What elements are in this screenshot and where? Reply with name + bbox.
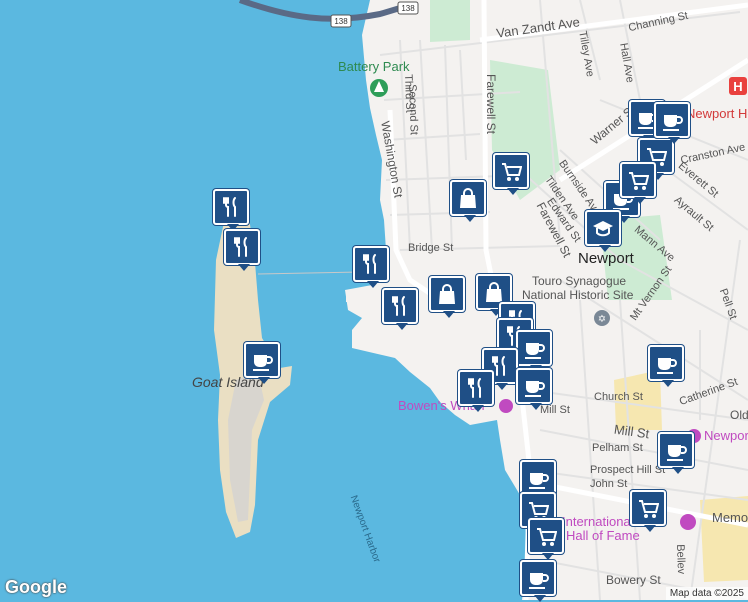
label-church: Church St	[594, 391, 643, 403]
label-hospital: Newport Hospital	[686, 106, 748, 121]
label-farewell-1: Farewell St	[484, 74, 498, 135]
cafe-icon	[529, 573, 549, 589]
shopping-bag-icon	[460, 188, 476, 208]
restaurant-marker[interactable]	[458, 370, 494, 412]
cafe-icon	[529, 473, 549, 489]
label-newport-right: Newport	[704, 428, 748, 443]
shopping-cart-icon	[502, 163, 522, 181]
label-memorial: Memo	[712, 510, 748, 525]
label-international-1: International	[562, 514, 634, 529]
restaurant-marker[interactable]	[224, 229, 260, 271]
label-pelham: Pelham St	[592, 442, 643, 454]
shopping-bag-marker[interactable]	[429, 276, 465, 318]
cafe-marker[interactable]	[520, 560, 556, 602]
school-marker[interactable]	[585, 210, 621, 252]
label-bowery: Bowery St	[606, 573, 661, 587]
park-north	[430, 0, 470, 42]
shopping-cart-marker[interactable]	[528, 518, 564, 560]
cafe-icon	[253, 355, 273, 371]
route-shield-1: 138	[330, 14, 352, 28]
label-newport: Newport	[578, 250, 634, 267]
shopping-cart-icon	[537, 528, 557, 546]
label-john: John St	[590, 478, 628, 490]
restaurant-icon	[363, 254, 376, 274]
cafe-marker[interactable]	[520, 460, 556, 502]
restaurant-marker[interactable]	[213, 189, 249, 231]
label-prospect: Prospect Hill St	[590, 464, 666, 476]
label-touro-1: Touro Synagogue	[532, 274, 627, 288]
hospital-icon: H	[729, 77, 747, 95]
restaurant-icon	[234, 237, 247, 257]
bowens-icon	[499, 399, 513, 413]
restaurant-marker[interactable]	[382, 288, 418, 330]
park-hof	[700, 496, 748, 582]
label-battery-park: Battery Park	[338, 59, 410, 74]
label-touro-2: National Historic Site	[522, 288, 634, 302]
label-bellevue: Bellev	[674, 544, 688, 575]
shopping-bag-icon	[486, 282, 502, 302]
shopping-cart-marker[interactable]	[620, 162, 656, 204]
battery-park-icon	[370, 79, 388, 97]
map-attribution: Map data ©2025	[665, 587, 748, 600]
cafe-icon	[525, 343, 545, 359]
cafe-icon	[525, 381, 545, 397]
shopping-bag-icon	[439, 284, 455, 304]
cafe-marker[interactable]	[654, 102, 690, 144]
shopping-cart-marker[interactable]	[493, 153, 529, 195]
svg-text:✡: ✡	[598, 314, 606, 325]
svg-text:138: 138	[334, 17, 348, 26]
label-old: Old	[730, 408, 748, 422]
label-international-2: Hall of Fame	[566, 528, 640, 543]
label-bridge: Bridge St	[408, 242, 454, 254]
restaurant-marker[interactable]	[353, 246, 389, 288]
restaurant-icon	[223, 197, 236, 217]
cafe-marker[interactable]	[516, 368, 552, 410]
cafe-marker[interactable]	[244, 342, 280, 384]
cafe-icon	[663, 115, 683, 131]
hof-icon	[680, 514, 696, 530]
shopping-cart-icon	[629, 172, 649, 190]
cafe-marker[interactable]	[516, 330, 552, 372]
google-logo: Google	[5, 577, 67, 597]
svg-text:138: 138	[401, 4, 415, 13]
shopping-cart-icon	[639, 500, 659, 518]
shopping-bag-marker[interactable]	[450, 180, 486, 222]
school-icon	[593, 221, 613, 237]
cafe-icon	[657, 358, 677, 374]
label-mill-1: Mill St	[540, 404, 570, 416]
shopping-cart-marker[interactable]	[630, 490, 666, 532]
touro-icon: ✡	[594, 310, 610, 326]
restaurant-icon	[468, 378, 481, 398]
label-second-st: Second St	[406, 84, 420, 136]
route-shield-2: 138	[397, 1, 419, 15]
cafe-marker[interactable]	[658, 432, 694, 474]
svg-text:H: H	[733, 79, 742, 94]
cafe-icon	[667, 445, 687, 461]
cafe-marker[interactable]	[648, 345, 684, 387]
restaurant-icon	[392, 296, 405, 316]
